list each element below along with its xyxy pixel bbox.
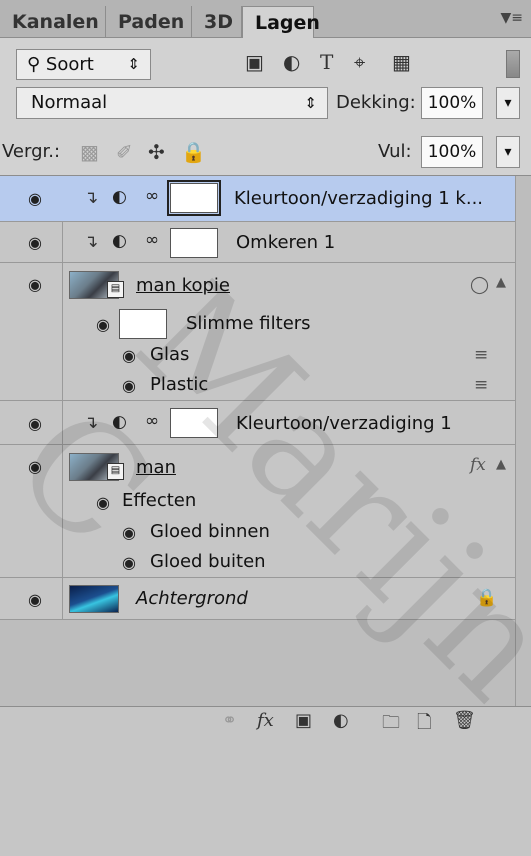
add-mask-icon[interactable]: ▣ xyxy=(295,710,312,731)
eye-icon[interactable]: ◉ xyxy=(122,523,136,542)
layer-row-kleurtoon-kopie[interactable]: ◉ ↴ ◐ ∞ Kleurtoon/verzadiging 1 k... xyxy=(0,176,515,222)
lock-transparency-icon[interactable]: ▩ xyxy=(80,140,99,164)
eye-icon[interactable]: ◉ xyxy=(28,275,42,294)
eye-icon[interactable]: ◉ xyxy=(28,414,42,433)
fill-label: Vul: xyxy=(378,141,412,162)
opacity-label: Dekking: xyxy=(336,92,416,113)
pixel-filter-icon[interactable]: ▣ xyxy=(245,50,264,74)
smart-object-filter-icon[interactable]: ▦ xyxy=(392,50,411,74)
layer-name[interactable]: Kleurtoon/verzadiging 1 xyxy=(236,413,452,434)
effect-item-gloed-buiten[interactable]: Gloed buiten xyxy=(150,551,266,572)
layer-row-kleurtoon[interactable]: ◉ ↴ ◐ ∞ Kleurtoon/verzadiging 1 xyxy=(0,401,515,445)
tab-3d[interactable]: 3D xyxy=(192,6,242,38)
collapse-arrow-icon[interactable]: ▲ xyxy=(496,275,506,290)
filter-item-plastic[interactable]: Plastic xyxy=(150,374,208,395)
lock-icon[interactable]: 🔒 xyxy=(476,588,497,608)
chevron-updown-icon: ⇕ xyxy=(304,94,317,112)
smart-object-badge-icon: ▤ xyxy=(107,463,124,480)
kind-filter-select[interactable]: ⚲ Soort ⇕ xyxy=(16,49,151,80)
layer-name[interactable]: man kopie xyxy=(136,275,230,296)
tab-kanalen[interactable]: Kanalen xyxy=(0,6,106,38)
fx-icon[interactable]: fx xyxy=(257,710,274,731)
effect-item-gloed-binnen[interactable]: Gloed binnen xyxy=(150,521,270,542)
smart-object-badge-icon: ▤ xyxy=(107,281,124,298)
clip-arrow-icon: ↴ xyxy=(84,188,99,208)
tab-paden[interactable]: Paden xyxy=(106,6,192,38)
search-icon: ⚲ xyxy=(27,54,41,75)
kind-filter-label: Soort xyxy=(45,54,94,75)
group-icon[interactable]: 🗀 xyxy=(382,710,400,740)
blend-mode-value: Normaal xyxy=(31,92,108,113)
fill-dropdown-icon[interactable]: ▾ xyxy=(496,136,520,168)
layer-thumbnail[interactable] xyxy=(69,585,119,613)
clip-arrow-icon: ↴ xyxy=(84,413,99,433)
eye-icon[interactable]: ◉ xyxy=(28,590,42,609)
layers-scrollbar[interactable] xyxy=(515,176,531,706)
eye-icon[interactable]: ◉ xyxy=(28,457,42,476)
layer-name[interactable]: man xyxy=(136,457,176,478)
lock-all-icon[interactable]: 🔒 xyxy=(181,140,206,164)
layer-row-man-kopie[interactable]: ◉ ▤ man kopie ◯ ▲ ◉ Slimme filters ◉ Gla… xyxy=(0,263,515,401)
adjustment-layer-icon[interactable]: ◐ xyxy=(333,710,349,731)
layer-mask-thumbnail[interactable] xyxy=(170,408,218,438)
eye-icon[interactable]: ◉ xyxy=(96,315,110,334)
layers-empty-area xyxy=(0,620,515,706)
adjustment-icon: ◐ xyxy=(112,412,127,432)
filter-item-glas[interactable]: Glas xyxy=(150,344,189,365)
fx-icon[interactable]: fx xyxy=(470,455,486,475)
eye-icon[interactable]: ◉ xyxy=(122,553,136,572)
smart-filters-label[interactable]: Slimme filters xyxy=(186,313,311,334)
filter-blending-options-icon[interactable]: ≡ xyxy=(474,345,488,365)
layer-name[interactable]: Kleurtoon/verzadiging 1 k... xyxy=(234,188,483,209)
adjustment-icon: ◐ xyxy=(112,231,127,251)
panel-tab-bar: Kanalen Paden 3D Lagen ▼≡ xyxy=(0,0,531,39)
filter-blending-options-icon[interactable]: ≡ xyxy=(474,375,488,395)
type-filter-icon[interactable]: T xyxy=(320,50,333,74)
layer-name[interactable]: Omkeren 1 xyxy=(236,232,335,253)
filter-toggle[interactable] xyxy=(506,50,520,78)
opacity-input[interactable]: 100% xyxy=(421,87,483,119)
adjustment-filter-icon[interactable]: ◐ xyxy=(283,50,300,74)
layer-row-man[interactable]: ◉ ▤ man fx ▲ ◉ Effecten ◉ Gloed binnen ◉… xyxy=(0,445,515,578)
chain-link-icon[interactable]: ∞ xyxy=(145,411,159,431)
lock-pixels-icon[interactable]: ✐ xyxy=(116,140,133,164)
link-layers-icon[interactable]: ⚭ xyxy=(222,710,237,731)
tab-lagen[interactable]: Lagen xyxy=(242,6,320,39)
layer-mask-thumbnail[interactable] xyxy=(170,228,218,258)
collapse-arrow-icon[interactable]: ▲ xyxy=(496,457,506,472)
panel-menu-icon[interactable]: ▼≡ xyxy=(501,10,524,26)
effects-label[interactable]: Effecten xyxy=(122,490,196,511)
eye-icon[interactable]: ◉ xyxy=(122,376,136,395)
eye-icon[interactable]: ◉ xyxy=(28,233,42,252)
eye-icon[interactable]: ◉ xyxy=(28,189,42,208)
lock-position-icon[interactable]: ✣ xyxy=(148,140,165,164)
smart-filter-indicator-icon: ◯ xyxy=(470,275,490,295)
fill-input[interactable]: 100% xyxy=(421,136,483,168)
smart-filter-mask-thumbnail[interactable] xyxy=(119,309,167,339)
opacity-dropdown-icon[interactable]: ▾ xyxy=(496,87,520,119)
new-layer-icon[interactable]: 🗋 xyxy=(417,710,431,740)
shape-filter-icon[interactable]: ⌖ xyxy=(354,50,365,74)
blend-mode-select[interactable]: Normaal ⇕ xyxy=(16,87,328,119)
chevron-updown-icon: ⇕ xyxy=(127,55,140,73)
chain-link-icon[interactable]: ∞ xyxy=(145,230,159,250)
delete-icon[interactable]: 🗑 xyxy=(453,710,476,731)
adjustment-icon: ◐ xyxy=(112,187,127,207)
layer-name[interactable]: Achtergrond xyxy=(136,588,248,609)
eye-icon[interactable]: ◉ xyxy=(96,493,110,512)
eye-icon[interactable]: ◉ xyxy=(122,346,136,365)
layer-row-achtergrond[interactable]: ◉ Achtergrond 🔒 xyxy=(0,578,515,620)
layer-mask-thumbnail[interactable] xyxy=(167,180,221,216)
clip-arrow-icon: ↴ xyxy=(84,232,99,252)
chain-link-icon[interactable]: ∞ xyxy=(145,186,159,206)
lock-label: Vergr.: xyxy=(2,141,61,162)
layer-row-omkeren[interactable]: ◉ ↴ ◐ ∞ Omkeren 1 xyxy=(0,222,515,263)
